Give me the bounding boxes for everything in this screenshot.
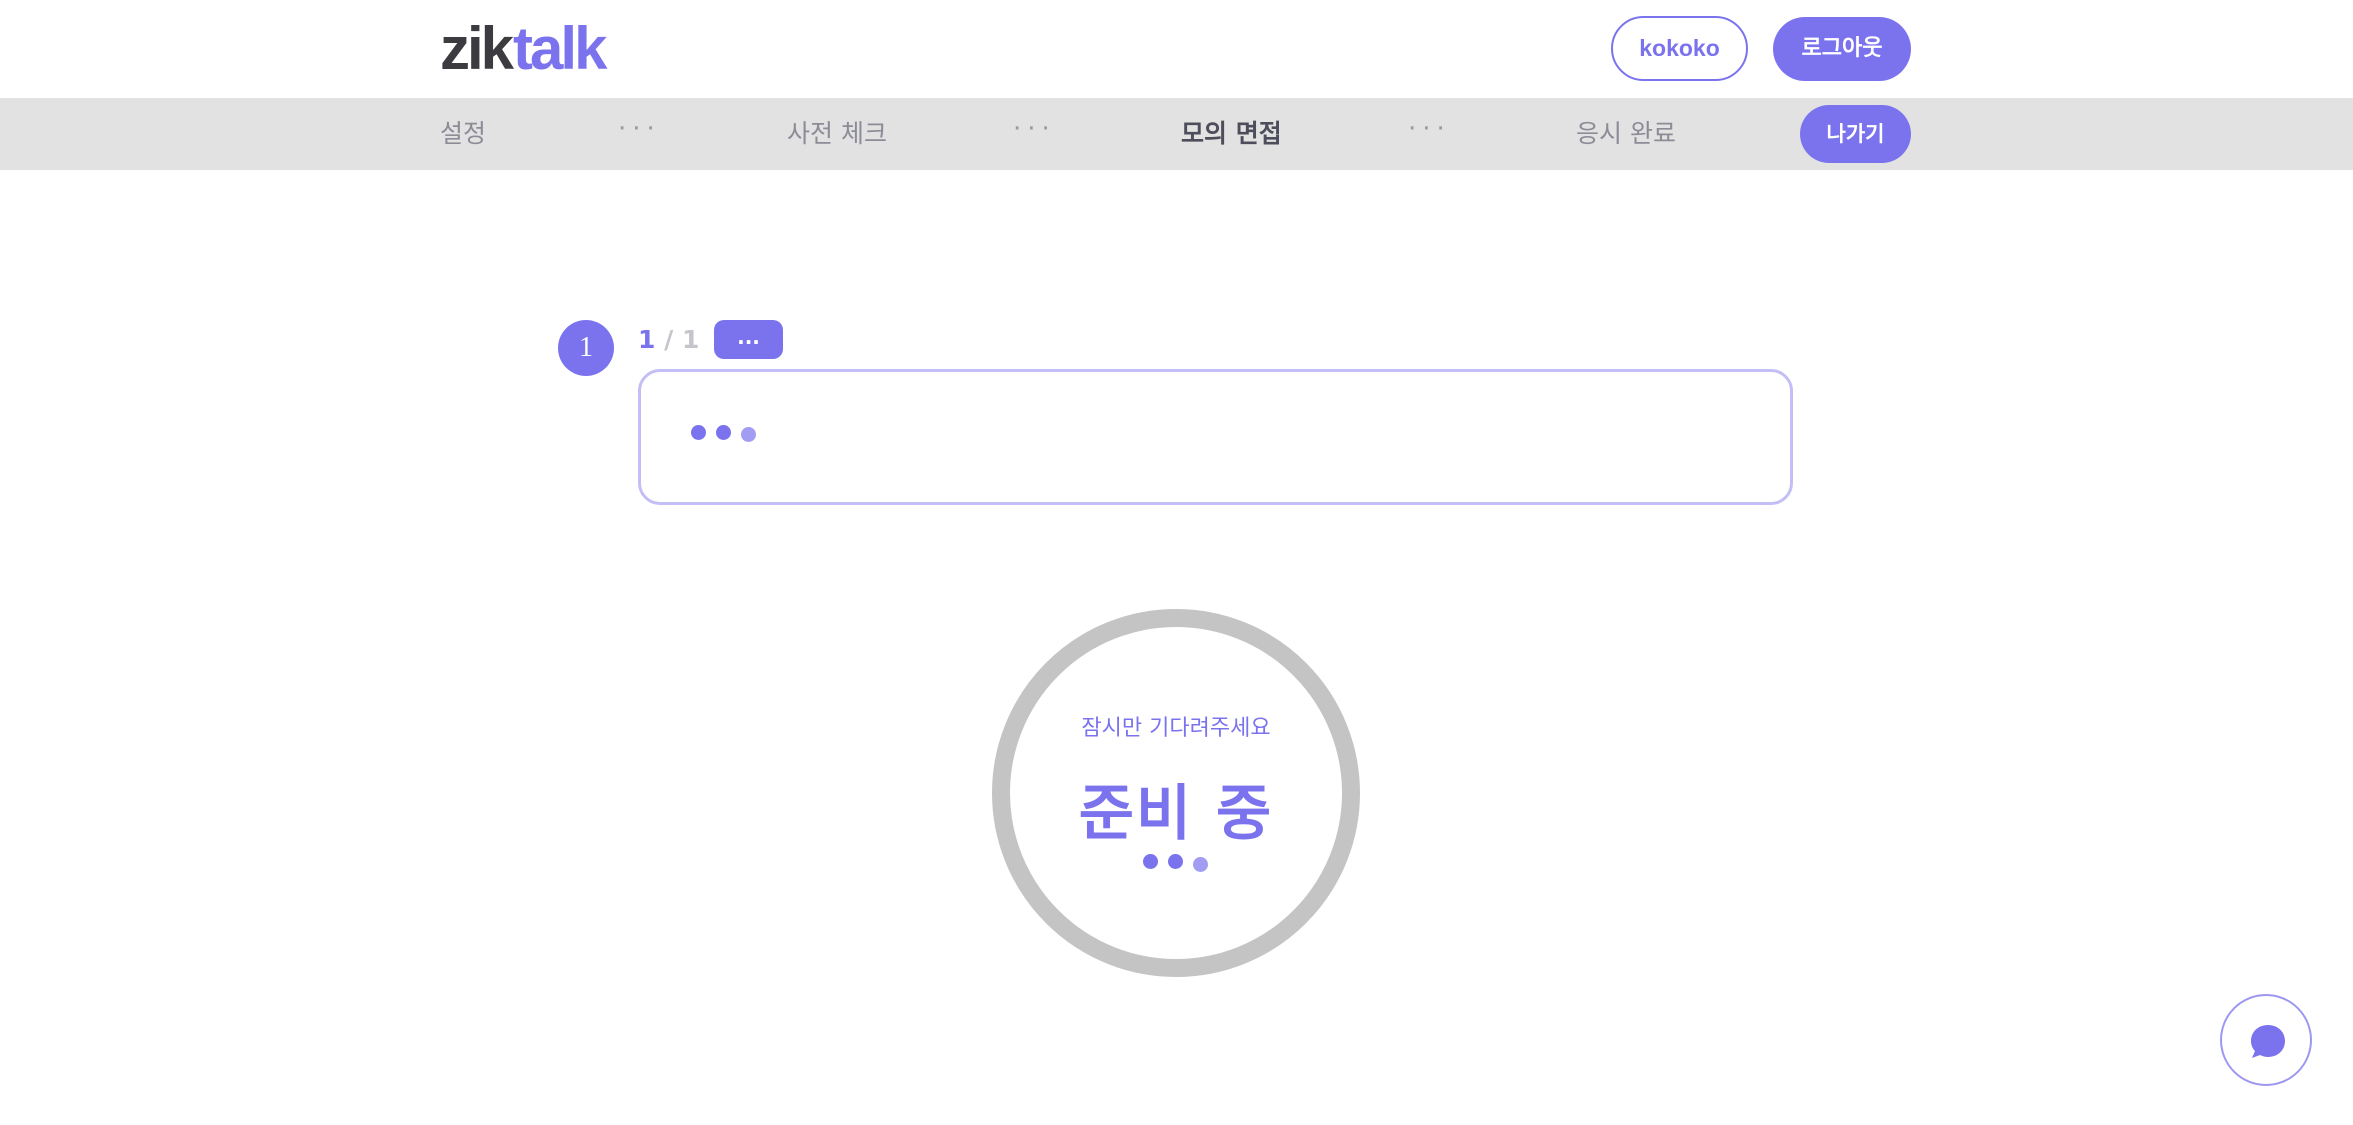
chat-bubble-icon (2251, 1025, 2285, 1058)
question-tag-badge: ... (714, 320, 783, 359)
logo-zik: zik (440, 15, 514, 82)
step-separator: ··· (618, 114, 661, 144)
step-separator: ··· (1013, 114, 1056, 144)
exit-button[interactable]: 나가기 (1800, 105, 1911, 163)
progress-step-bar: 설정 ··· 사전 체크 ··· 모의 면접 ··· 응시 완료 나가기 (0, 98, 2353, 170)
logout-button[interactable]: 로그아웃 (1773, 17, 1911, 81)
question-number-badge: 1 (558, 320, 614, 376)
question-total: 1 (681, 325, 700, 354)
status-subtitle: 잠시만 기다려주세요 (1081, 716, 1271, 741)
ziktalk-logo[interactable]: ziktalk (440, 14, 607, 84)
step-separator: ··· (1408, 114, 1451, 144)
question-current: 1 (638, 325, 656, 354)
question-text-box (638, 369, 1793, 505)
chat-button[interactable] (2220, 994, 2312, 1086)
header: ziktalk kokoko 로그아웃 (0, 0, 2353, 98)
step-complete: 응시 완료 (1576, 119, 1676, 148)
user-profile-button[interactable]: kokoko (1611, 16, 1748, 81)
step-pre-check: 사전 체크 (787, 119, 887, 148)
status-title: 준비 중 (1078, 779, 1274, 849)
logo-talk: talk (513, 15, 607, 82)
question-progress-separator: / (664, 325, 674, 354)
question-progress: 1 / 1 (638, 322, 699, 358)
step-mock-interview: 모의 면접 (1181, 119, 1282, 148)
step-setup: 설정 (440, 119, 487, 148)
